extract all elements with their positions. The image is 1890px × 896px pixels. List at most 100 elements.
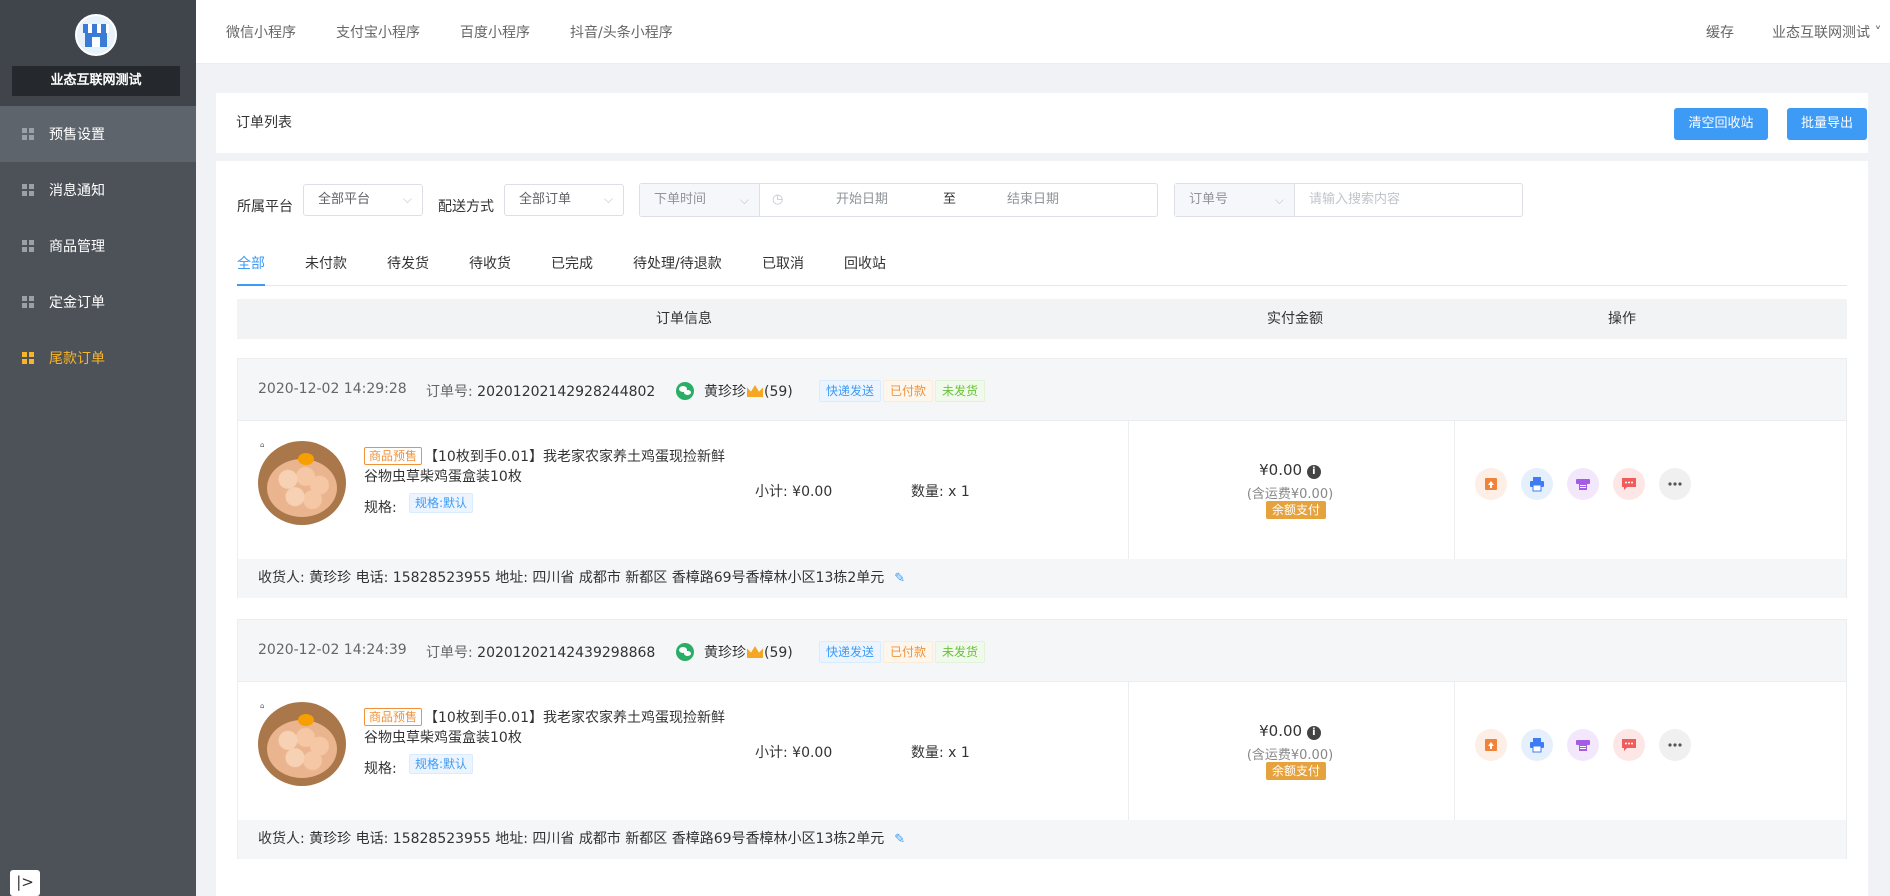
order-body: ⌂ 【10枚到手0.01】我老家农家养土鸡蛋现捡新鲜谷物虫草柴鸡蛋盒装10枚 商… xyxy=(238,421,1846,559)
platform-select[interactable]: 全部平台 ⌵ xyxy=(303,184,423,216)
clock-icon: ◷ xyxy=(772,192,784,207)
search-type-select[interactable]: 订单号 ⌵ xyxy=(1175,184,1295,216)
nav-baidu-miniapp[interactable]: 百度小程序 xyxy=(460,22,530,42)
chevron-down-icon: ⌵ xyxy=(739,193,749,207)
sidebar-item-notifications[interactable]: 消息通知 xyxy=(0,162,196,218)
platform-select-value: 全部平台 xyxy=(318,192,371,207)
print-button[interactable] xyxy=(1521,729,1553,761)
order-card: 2020-12-02 14:24:39 订单号: 202012021424392… xyxy=(237,619,1847,859)
print-button[interactable] xyxy=(1521,468,1553,500)
ship-order-button[interactable] xyxy=(1475,468,1507,500)
nav-douyin-miniapp[interactable]: 抖音/头条小程序 xyxy=(570,22,673,42)
edit-icon[interactable]: ✎ xyxy=(894,559,905,598)
grid-icon xyxy=(22,128,34,140)
tab-to-receive[interactable]: 待收货 xyxy=(469,244,511,286)
delivery-select-value: 全部订单 xyxy=(519,192,572,207)
start-date-input[interactable]: 开始日期 xyxy=(836,184,888,216)
receiver-info: 收货人: 黄珍珍 电话: 15828523955 地址: 四川省 成都市 新都区… xyxy=(238,559,1846,598)
shipping-fee: (含运费¥0.00) xyxy=(1246,487,1334,502)
time-type-value: 下单时间 xyxy=(654,192,707,207)
user-menu[interactable]: 业态互联网测试 ˅ xyxy=(1772,22,1890,42)
sidebar-menu: 预售设置 消息通知 商品管理 定金订单 尾款订单 xyxy=(0,106,196,386)
order-actions xyxy=(1475,468,1705,500)
message-button[interactable] xyxy=(1613,729,1645,761)
paid-amount: ¥0.00 i xyxy=(1128,461,1452,479)
more-icon xyxy=(1668,743,1682,747)
store-logo-icon xyxy=(75,14,117,56)
delivery-label: 配送方式 xyxy=(438,199,494,215)
payment-method-badge: 余额支付 xyxy=(1266,501,1327,519)
order-number-value: 20201202142928244802 xyxy=(477,384,656,400)
table-header: 订单信息 实付金额 操作 xyxy=(237,299,1847,339)
nav-alipay-miniapp[interactable]: 支付宝小程序 xyxy=(336,22,420,42)
tab-unpaid[interactable]: 未付款 xyxy=(305,244,347,286)
sidebar-item-products[interactable]: 商品管理 xyxy=(0,218,196,274)
more-button[interactable] xyxy=(1659,729,1691,761)
product-image[interactable] xyxy=(258,702,346,786)
info-icon[interactable]: i xyxy=(1306,465,1321,479)
tab-all[interactable]: 全部 xyxy=(237,244,265,286)
tab-recycle-bin[interactable]: 回收站 xyxy=(844,244,886,286)
buyer-name[interactable]: 黄珍珍 (59) xyxy=(704,642,793,662)
store-name: 业态互联网测试 xyxy=(12,66,180,96)
wechat-icon xyxy=(676,382,694,400)
search-type-value: 订单号 xyxy=(1189,192,1229,207)
time-type-select[interactable]: 下单时间 ⌵ xyxy=(640,184,760,216)
column-divider xyxy=(1454,682,1455,820)
end-date-input[interactable]: 结束日期 xyxy=(1007,184,1059,216)
order-number-label: 订单号: xyxy=(426,384,473,400)
tab-completed[interactable]: 已完成 xyxy=(551,244,593,286)
edit-icon[interactable]: ✎ xyxy=(894,820,905,859)
batch-export-button[interactable]: 批量导出 xyxy=(1787,108,1867,140)
message-icon xyxy=(1622,478,1636,490)
spec-badge: 规格:默认 xyxy=(409,754,474,774)
status-badge: 已付款 xyxy=(883,380,934,402)
page-title: 订单列表 xyxy=(236,115,292,131)
sidebar-item-balance-orders[interactable]: 尾款订单 xyxy=(0,330,196,386)
message-icon xyxy=(1622,739,1636,751)
spec-label: 规格: xyxy=(364,500,397,516)
search-input[interactable]: 请输入搜索内容 xyxy=(1309,184,1400,216)
col-ops: 操作 xyxy=(1608,311,1636,327)
print-receipt-button[interactable] xyxy=(1567,468,1599,500)
buyer-name-text: 黄珍珍 xyxy=(704,384,746,400)
collapse-sidebar-button[interactable]: |> xyxy=(10,870,40,896)
status-badge: 快递发送 xyxy=(819,641,882,663)
shipping-fee: (含运费¥0.00) xyxy=(1246,748,1334,763)
wechat-icon xyxy=(676,643,694,661)
crown-icon xyxy=(747,646,763,658)
brand-mark-icon: ⌂ xyxy=(260,702,265,710)
order-number: 订单号: 20201202142439298868 xyxy=(426,642,655,662)
info-icon[interactable]: i xyxy=(1306,726,1321,740)
grid-icon xyxy=(22,240,34,252)
order-date: 2020-12-02 14:29:28 xyxy=(258,381,407,397)
buyer-name[interactable]: 黄珍珍 (59) xyxy=(704,381,793,401)
top-right: 缓存 业态互联网测试 ˅ xyxy=(1706,0,1890,64)
subtotal: 小计: ¥0.00 xyxy=(755,745,833,761)
product-image[interactable] xyxy=(258,441,346,525)
tab-to-ship[interactable]: 待发货 xyxy=(387,244,429,286)
paid-amount-value: ¥0.00 xyxy=(1259,461,1303,479)
delivery-select[interactable]: 全部订单 ⌵ xyxy=(504,184,624,216)
print-receipt-button[interactable] xyxy=(1567,729,1599,761)
status-tabs: 全部 未付款 待发货 待收货 已完成 待处理/待退款 已取消 回收站 xyxy=(237,244,1847,286)
ship-order-button[interactable] xyxy=(1475,729,1507,761)
clear-recycle-button[interactable]: 清空回收站 xyxy=(1674,108,1768,140)
sidebar-item-deposit-orders[interactable]: 定金订单 xyxy=(0,274,196,330)
message-button[interactable] xyxy=(1613,468,1645,500)
tab-cancelled[interactable]: 已取消 xyxy=(762,244,804,286)
chevron-down-icon: ⌵ xyxy=(1274,193,1284,207)
receiver-text: 收货人: 黄珍珍 电话: 15828523955 地址: 四川省 成都市 新都区… xyxy=(258,831,885,847)
sidebar-item-presale-settings[interactable]: 预售设置 xyxy=(0,106,196,162)
sidebar-header: 业态互联网测试 xyxy=(0,0,196,106)
chevron-down-icon: ⌵ xyxy=(402,192,412,206)
order-header: 2020-12-02 14:24:39 订单号: 202012021424392… xyxy=(238,620,1846,682)
payment-method-badge: 余额支付 xyxy=(1266,762,1327,780)
tab-pending-refund[interactable]: 待处理/待退款 xyxy=(633,244,722,286)
nav-wechat-miniapp[interactable]: 微信小程序 xyxy=(226,22,296,42)
buyer-level: (59) xyxy=(764,645,793,661)
more-button[interactable] xyxy=(1659,468,1691,500)
cache-link[interactable]: 缓存 xyxy=(1706,22,1734,42)
crown-icon xyxy=(747,385,763,397)
top-nav: 微信小程序 支付宝小程序 百度小程序 抖音/头条小程序 xyxy=(226,0,713,64)
